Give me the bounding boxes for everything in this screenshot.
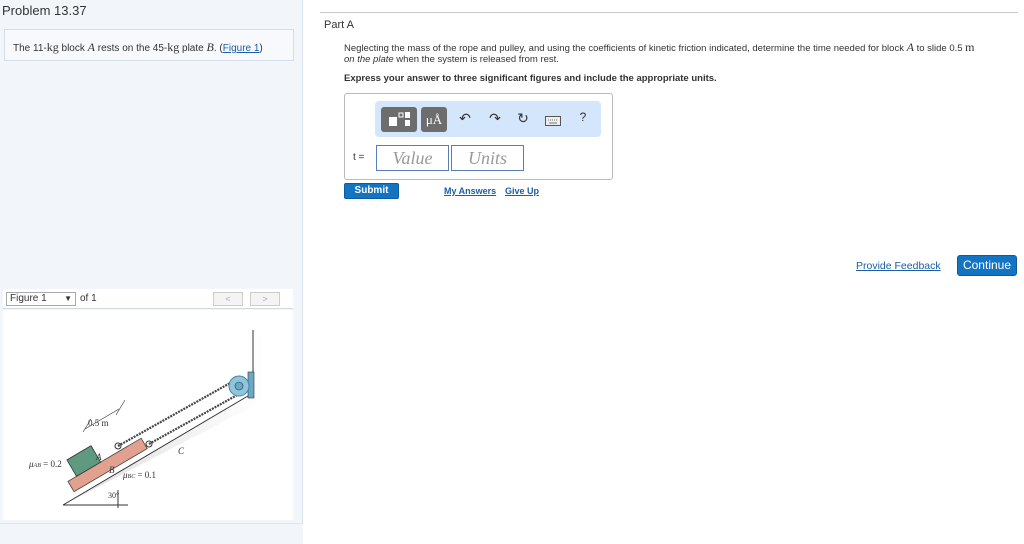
- problem-panel: Problem 13.37 The 11-kg block A rests on…: [0, 0, 303, 544]
- next-figure-button[interactable]: >: [250, 292, 280, 306]
- figure-image: 0.5 m A B C μAB = 0.2 μBC = 0.1 30°: [3, 310, 293, 520]
- math-toolbar: μÅ ↶ ↷ ↻ ?: [375, 101, 601, 137]
- q-text: to slide 0.5: [913, 43, 966, 54]
- var-a: A: [906, 40, 914, 54]
- var-b: B: [206, 40, 214, 54]
- figure-toolbar: Figure 1 ▼ of 1 < >: [3, 289, 293, 309]
- question-text: Neglecting the mass of the rope and pull…: [344, 40, 1014, 65]
- label-c: C: [178, 446, 185, 456]
- help-button[interactable]: ?: [575, 110, 591, 124]
- problem-title: Problem 13.37: [2, 3, 87, 18]
- problem-intro: The 11-kg block A rests on the 45-kg pla…: [4, 29, 294, 61]
- intro-text: rests on the 45-: [94, 43, 168, 54]
- my-answers-link[interactable]: My Answers: [444, 186, 496, 196]
- intro-text: block: [58, 43, 88, 54]
- unit-kg: kg: [167, 40, 180, 54]
- figure-count: of 1: [80, 293, 97, 304]
- figure-select[interactable]: Figure 1 ▼: [6, 292, 76, 306]
- unit-kg: kg: [46, 40, 59, 54]
- var-a: A: [87, 40, 95, 54]
- angle-label: 30°: [108, 491, 119, 500]
- figure-link[interactable]: Figure 1: [223, 43, 260, 54]
- answer-box: μÅ ↶ ↷ ↻ ? t = Value Units: [344, 93, 613, 180]
- q-text: Neglecting the mass of the rope and pull…: [344, 43, 907, 54]
- intro-text: plate: [179, 43, 207, 54]
- value-input[interactable]: Value: [376, 145, 449, 171]
- q-text: when the system is released from rest.: [393, 54, 559, 65]
- units-button[interactable]: μÅ: [421, 107, 447, 132]
- keyboard-icon[interactable]: [545, 113, 561, 129]
- intro-text: . (: [213, 43, 223, 54]
- intro-text: ): [259, 43, 263, 54]
- figure-footer: [0, 523, 303, 544]
- instructions: Express your answer to three significant…: [344, 73, 717, 84]
- mu-bc-label: μBC = 0.1: [122, 470, 156, 480]
- q-text-italic: on the plate: [344, 54, 394, 65]
- redo-icon[interactable]: ↷: [487, 110, 503, 127]
- label-b: B: [109, 465, 115, 475]
- prev-figure-button[interactable]: <: [213, 292, 243, 306]
- submit-button[interactable]: Submit: [344, 183, 399, 199]
- part-title: Part A: [324, 19, 354, 31]
- mu-ab-label: μAB = 0.2: [28, 459, 62, 469]
- label-a: A: [95, 452, 102, 462]
- variable-label: t =: [353, 152, 365, 163]
- undo-icon[interactable]: ↶: [457, 110, 473, 127]
- figure-select-value: Figure 1: [10, 293, 47, 304]
- templates-button[interactable]: [381, 107, 417, 132]
- provide-feedback-link[interactable]: Provide Feedback: [856, 260, 941, 272]
- dropdown-arrow-icon: ▼: [64, 294, 72, 303]
- reset-icon[interactable]: ↻: [515, 110, 531, 127]
- continue-button[interactable]: Continue: [957, 255, 1017, 276]
- give-up-link[interactable]: Give Up: [505, 186, 539, 196]
- divider: [320, 12, 1018, 13]
- units-input[interactable]: Units: [451, 145, 524, 171]
- unit-m: m: [965, 40, 975, 54]
- dimension-label: 0.5 m: [88, 418, 109, 428]
- intro-text: The 11-: [13, 43, 47, 54]
